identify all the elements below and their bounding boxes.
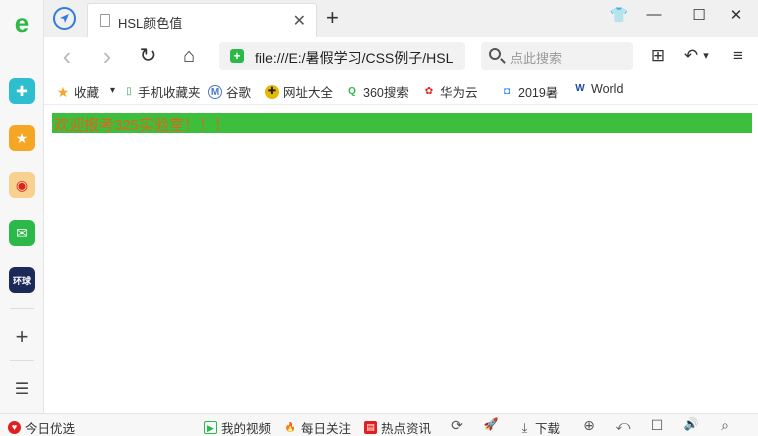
today-picks[interactable]: ♥ 今日优选: [8, 418, 75, 436]
search-placeholder: 点此搜索: [510, 51, 563, 66]
secure-icon: +: [230, 49, 244, 63]
news-icon[interactable]: 环球: [9, 267, 35, 293]
bookmark-label: 谷歌: [226, 86, 252, 100]
bookmark-mobile[interactable]: ▯ 手机收藏夹: [124, 82, 201, 101]
skin-icon[interactable]: 👕: [604, 6, 634, 24]
maximize-button[interactable]: ☐: [684, 6, 714, 24]
heart-icon: ♥: [8, 421, 21, 434]
status-label: 每日关注: [301, 422, 352, 436]
rocket-icon[interactable]: 🚀: [482, 417, 500, 431]
tab-active[interactable]: HSL颜色值 ✕: [87, 3, 317, 37]
document-icon: [100, 14, 110, 27]
banner-text: 欢迎报考325实验室！！！: [54, 117, 230, 134]
phone-icon: ▯: [126, 85, 132, 97]
bookmark-label: 华为云: [440, 86, 478, 100]
list-icon[interactable]: ☰: [9, 376, 35, 402]
refresh-icon[interactable]: ⟳: [448, 417, 466, 434]
bookmark-label: 收藏: [74, 86, 100, 100]
add-icon[interactable]: +: [9, 324, 35, 350]
bookmark-label: 360搜索: [363, 86, 409, 100]
forward-button[interactable]: ›: [96, 43, 118, 69]
mail-icon[interactable]: ✉: [9, 220, 35, 246]
browser-logo-icon[interactable]: e: [9, 8, 35, 38]
undo-icon[interactable]: ↶: [682, 46, 700, 66]
reload-button[interactable]: ↻: [137, 46, 159, 66]
w3-icon: W: [575, 83, 585, 94]
left-sidebar: e ✚ ★ ◉ ✉ 环球 + ☰: [0, 0, 44, 413]
undo-menu-icon[interactable]: ▾: [700, 49, 712, 62]
bookmark-label: World: [591, 82, 624, 96]
bookmark-google[interactable]: M 谷歌: [208, 82, 251, 101]
sidebar-divider: [10, 360, 34, 361]
plugin-icon[interactable]: ✚: [9, 78, 35, 104]
bookmark-world[interactable]: W World: [573, 82, 623, 96]
video-icon: ▶: [204, 421, 217, 434]
bookmark-huawei-cloud[interactable]: ✿ 华为云: [422, 82, 478, 101]
status-bar: ♥ 今日优选 ▶ 我的视频 🔥 每日关注 ▤ 热点资讯 ⟳ 🚀 ⤓ 下载 ⊕ ⤺…: [0, 413, 758, 436]
huawei-icon: ✿: [424, 85, 434, 97]
page-content: 欢迎报考325实验室！！！: [44, 105, 758, 413]
bilibili-icon: ◘: [503, 85, 511, 97]
address-bar[interactable]: + file:///E:/暑假学习/CSS例子/HSL: [219, 42, 465, 70]
bookmark-favorites[interactable]: ★ 收藏: [56, 82, 99, 101]
url-text: file:///E:/暑假学习/CSS例子/HSL: [255, 50, 454, 66]
vpn-icon[interactable]: ⊕: [580, 417, 598, 434]
restore-icon[interactable]: ⤺: [614, 417, 632, 434]
address-toolbar: ‹ › ↻ ⌂ + file:///E:/暑假学习/CSS例子/HSL 点此搜索…: [44, 37, 758, 77]
search-input[interactable]: 点此搜索: [481, 42, 633, 70]
bookmark-directory[interactable]: ✚ 网址大全: [265, 82, 333, 101]
bookmark-2019[interactable]: ◘ 2019暑: [500, 82, 558, 101]
bookmark-favorites-dropdown[interactable]: ▾: [110, 85, 115, 96]
daily-focus[interactable]: 🔥 每日关注: [284, 418, 351, 436]
directory-icon: ✚: [265, 84, 279, 99]
navigation-icon[interactable]: [53, 7, 76, 30]
back-button[interactable]: ‹: [56, 43, 78, 69]
home-button[interactable]: ⌂: [178, 46, 200, 66]
apps-icon[interactable]: ⊞: [648, 46, 668, 66]
tab-title: HSL颜色值: [118, 16, 183, 31]
minimize-button[interactable]: —: [639, 6, 669, 23]
download-icon: ⤓: [521, 420, 528, 435]
bookmark-label: 2019暑: [518, 86, 559, 100]
news-icon: ▤: [364, 421, 377, 434]
zoom-icon[interactable]: ⌕: [716, 417, 734, 434]
google-icon: M: [208, 84, 222, 99]
volume-icon[interactable]: 🔊: [682, 417, 700, 431]
bookmarks-bar: ★ 收藏 ▾ ▯ 手机收藏夹 M 谷歌 ✚ 网址大全 Q 360搜索 ✿ 华为云…: [44, 77, 758, 105]
hsl-banner: 欢迎报考325实验室！！！: [52, 113, 752, 134]
hot-news[interactable]: ▤ 热点资讯: [364, 418, 431, 436]
360-icon: Q: [348, 85, 356, 97]
bookmark-360search[interactable]: Q 360搜索: [345, 82, 409, 101]
favorites-icon[interactable]: ★: [9, 125, 35, 151]
window-icon[interactable]: ☐: [648, 417, 666, 434]
menu-icon[interactable]: ≡: [728, 46, 748, 66]
status-label: 今日优选: [25, 422, 76, 436]
download-button[interactable]: ⤓ 下载: [518, 418, 560, 436]
status-label: 热点资讯: [381, 422, 432, 436]
weibo-icon[interactable]: ◉: [9, 172, 35, 198]
search-icon: [489, 48, 501, 60]
tab-close-icon[interactable]: ✕: [293, 11, 306, 31]
my-videos[interactable]: ▶ 我的视频: [204, 418, 271, 436]
new-tab-button[interactable]: +: [326, 5, 339, 31]
sidebar-divider: [10, 308, 34, 309]
star-icon: ★: [56, 83, 70, 100]
title-bar: HSL颜色值 ✕ + 👕 — ☐ ✕: [44, 0, 758, 37]
bookmark-label: 网址大全: [283, 86, 334, 100]
fire-icon: 🔥: [284, 422, 297, 432]
close-button[interactable]: ✕: [721, 6, 751, 24]
status-label: 下载: [535, 422, 561, 436]
status-label: 我的视频: [221, 422, 272, 436]
bookmark-label: 手机收藏夹: [138, 86, 201, 100]
